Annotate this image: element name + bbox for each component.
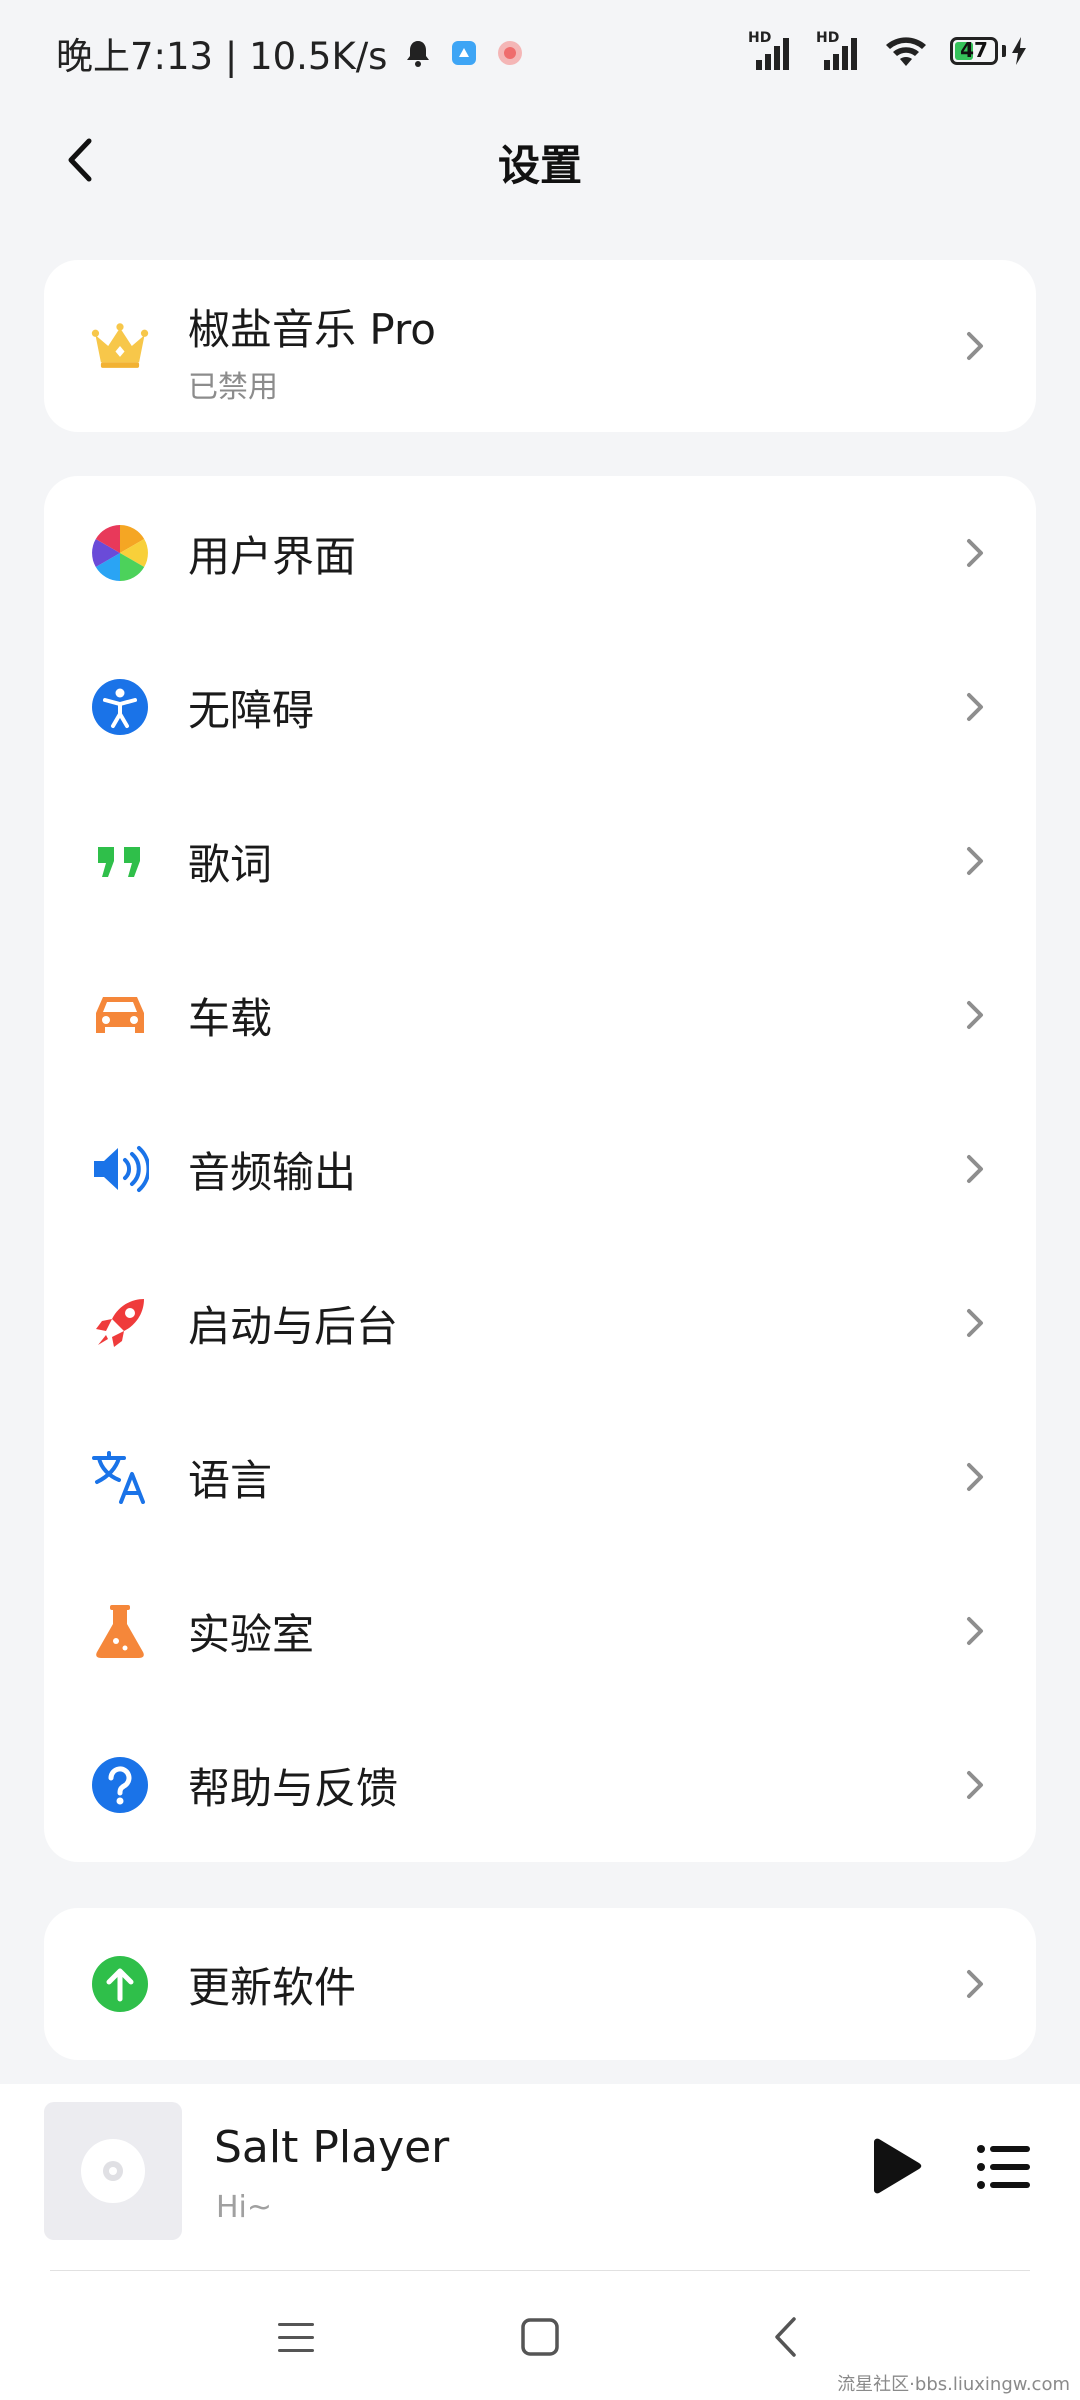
help-icon (90, 1755, 150, 1815)
queue-button[interactable] (976, 2142, 1032, 2192)
chevron-right-icon (967, 539, 983, 567)
app-notification-icon-2 (498, 41, 523, 65)
battery-tip (1002, 45, 1006, 57)
settings-item-label: 歌词 (188, 839, 273, 889)
accessibility-icon (90, 677, 150, 737)
chevron-right-icon (967, 1771, 983, 1799)
crown-icon (90, 316, 150, 376)
settings-item-startup[interactable]: 启动与后台 (44, 1246, 1036, 1400)
status-time-speed: 晚上7:13 | 10.5K/s (56, 35, 388, 78)
chevron-right-icon (967, 1309, 983, 1337)
battery-icon: 47 (950, 37, 998, 65)
translate-icon (90, 1447, 150, 1507)
app-notification-icon (452, 41, 477, 65)
settings-item-car[interactable]: 车载 (44, 938, 1036, 1092)
chevron-right-icon (967, 693, 983, 721)
settings-item-label: 语言 (188, 1455, 273, 1505)
pro-label: 椒盐音乐 Pro (188, 305, 436, 354)
song-title: Salt Player (214, 2122, 450, 2173)
update-row[interactable]: 更新软件 (44, 1908, 1036, 2060)
song-artist: Hi~ (216, 2190, 273, 2225)
battery-indicator: 47 (950, 36, 1028, 66)
play-button[interactable] (864, 2136, 924, 2196)
settings-item-label: 无障碍 (188, 685, 315, 735)
settings-item-language[interactable]: 语言 (44, 1400, 1036, 1554)
settings-item-help[interactable]: 帮助与反馈 (44, 1708, 1036, 1862)
signal-icon-2: HD (816, 30, 862, 72)
pro-row[interactable]: 椒盐音乐 Pro 已禁用 (44, 260, 1036, 432)
nav-menu-button[interactable] (271, 2312, 321, 2362)
color-wheel-icon (90, 523, 150, 583)
quote-icon (90, 831, 150, 891)
nav-back-button[interactable] (760, 2312, 810, 2362)
chevron-right-icon (967, 1463, 983, 1491)
speaker-icon (90, 1139, 150, 1199)
settings-item-label: 车载 (188, 993, 273, 1043)
settings-item-label: 音频输出 (188, 1147, 357, 1197)
chevron-right-icon (967, 332, 983, 360)
settings-item-label: 帮助与反馈 (188, 1763, 399, 1813)
settings-item-label: 实验室 (188, 1609, 315, 1659)
settings-item-lab[interactable]: 实验室 (44, 1554, 1036, 1708)
charging-icon (1012, 37, 1026, 65)
system-nav-bar: 流星社区·bbs.liuxingw.com (0, 2272, 1080, 2400)
chevron-right-icon (967, 1617, 983, 1645)
pro-status: 已禁用 (188, 370, 278, 405)
nav-home-button[interactable] (515, 2312, 565, 2362)
chevron-right-icon (967, 847, 983, 875)
settings-card: 用户界面 无障碍 歌词 车载 音频输出 启动与后台 语言 实验室 帮助与反馈 (44, 476, 1036, 1862)
chevron-right-icon (967, 1155, 983, 1183)
settings-item-accessibility[interactable]: 无障碍 (44, 630, 1036, 784)
mini-player[interactable]: Salt Player Hi~ (0, 2084, 1080, 2274)
car-icon (90, 985, 150, 1045)
battery-text: 47 (960, 38, 988, 62)
status-right: HD HD 47 (748, 30, 1028, 72)
settings-item-label: 用户界面 (188, 531, 357, 581)
status-bar: 晚上7:13 | 10.5K/s HD HD 47 (0, 0, 1080, 110)
disc-icon (81, 2139, 145, 2203)
update-card: 更新软件 (44, 1908, 1036, 2060)
bell-icon (407, 41, 430, 67)
menu-icon (278, 2323, 314, 2352)
page-title: 设置 (497, 141, 582, 190)
flask-icon (90, 1601, 150, 1661)
rocket-icon (90, 1293, 150, 1353)
home-square-icon (521, 2318, 559, 2356)
chevron-right-icon (967, 1001, 983, 1029)
settings-item-label: 启动与后台 (188, 1301, 399, 1351)
status-left: 晚上7:13 | 10.5K/s (56, 26, 525, 80)
pro-card: 椒盐音乐 Pro 已禁用 (44, 260, 1036, 432)
signal-icon: HD (748, 30, 794, 72)
update-label: 更新软件 (188, 1962, 357, 2012)
header: 设置 (0, 110, 1080, 210)
settings-item-audio-output[interactable]: 音频输出 (44, 1092, 1036, 1246)
wifi-icon (886, 37, 926, 66)
settings-item-lyrics[interactable]: 歌词 (44, 784, 1036, 938)
divider (50, 2270, 1030, 2271)
back-triangle-icon (775, 2317, 796, 2357)
arrow-up-circle-icon (90, 1954, 150, 2014)
settings-item-ui[interactable]: 用户界面 (44, 476, 1036, 630)
chevron-right-icon (967, 1970, 983, 1998)
watermark: 流星社区·bbs.liuxingw.com (837, 2374, 1070, 2395)
album-cover[interactable] (44, 2102, 182, 2240)
